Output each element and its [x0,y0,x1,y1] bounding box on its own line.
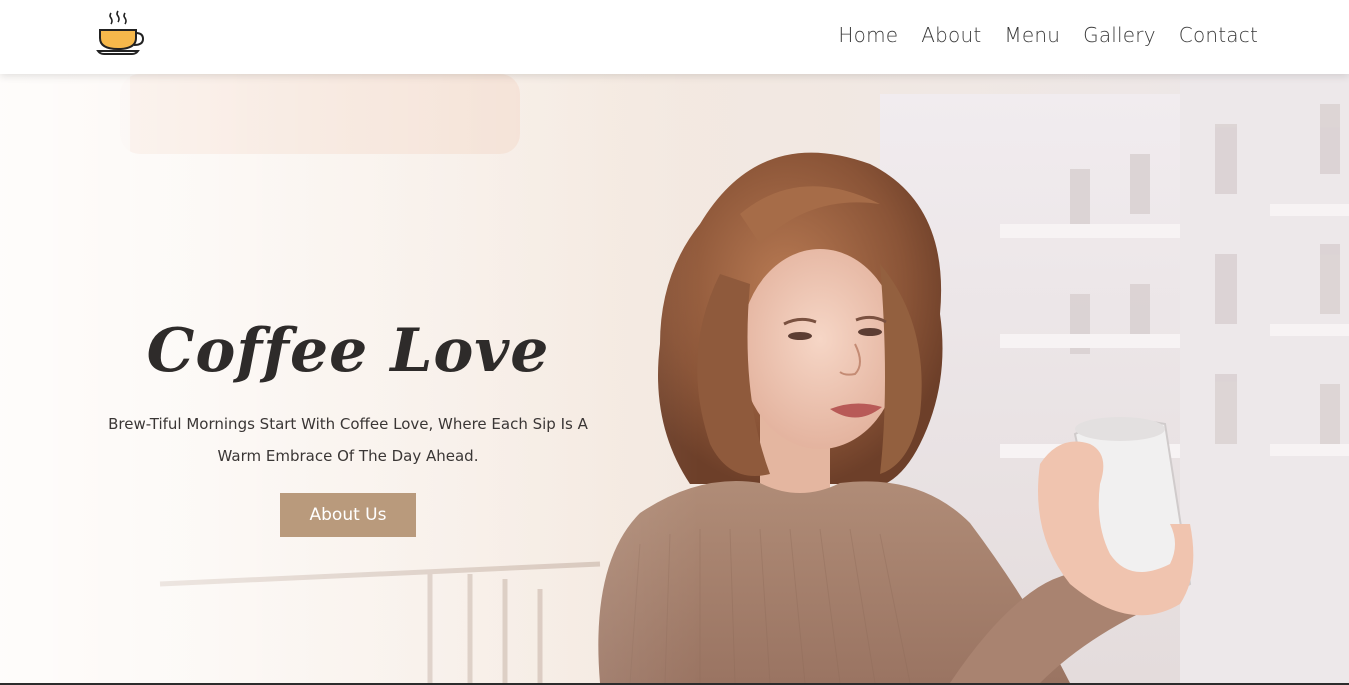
coffee-cup-icon[interactable] [96,9,146,59]
hero-section: Coffee Love Brew-Tiful Mornings Start Wi… [0,74,1349,683]
hero-title: Coffee Love [146,316,550,386]
site-header: Home About Menu Gallery Contact [0,0,1349,74]
nav-home[interactable]: Home [838,23,898,47]
about-us-button[interactable]: About Us [280,493,416,537]
nav-gallery[interactable]: Gallery [1083,23,1156,47]
nav-menu[interactable]: Menu [1004,23,1060,47]
hero-subtitle: Brew-Tiful Mornings Start With Coffee Lo… [108,415,588,465]
nav-contact[interactable]: Contact [1179,23,1258,47]
main-nav: Home About Menu Gallery Contact [838,0,1258,70]
nav-about[interactable]: About [921,23,981,47]
